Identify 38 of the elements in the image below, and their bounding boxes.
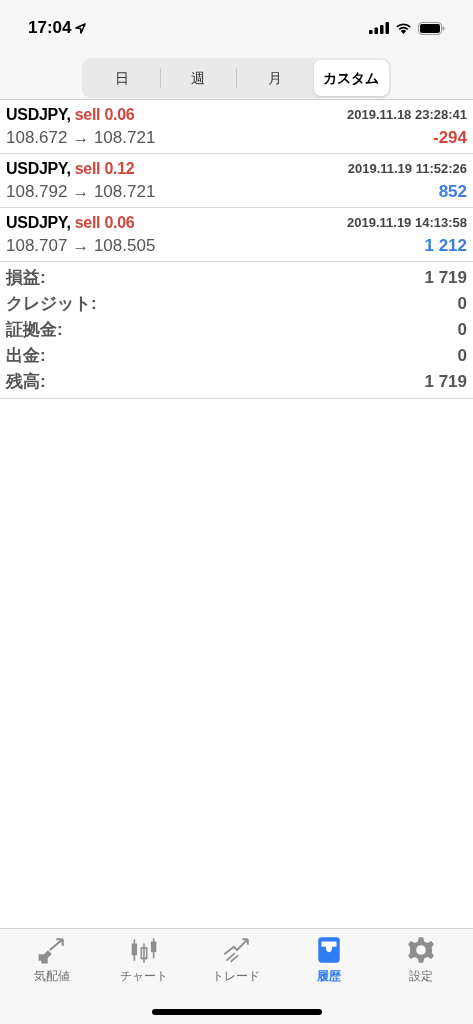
summary-value: 1 719: [424, 371, 467, 394]
location-arrow-icon: [75, 22, 87, 34]
deal-title: USDJPY, sell 0.06: [6, 105, 135, 125]
settings-icon: [405, 935, 436, 965]
deal-time: 2019.11.19 11:52:26: [347, 160, 467, 179]
segment-tab[interactable]: 週: [160, 60, 236, 96]
deal-time: 2019.11.19 14:13:58: [347, 214, 467, 233]
deal-title: USDJPY, sell 0.06: [6, 213, 135, 233]
segment-tab[interactable]: 月: [237, 60, 313, 96]
tab-bar-item[interactable]: 履歴: [288, 935, 369, 985]
deal-profit: -294: [432, 127, 467, 150]
summary-value: 1 719: [424, 267, 467, 290]
summary-label: クレジット:: [6, 293, 97, 316]
wifi-icon: [395, 22, 412, 34]
tab-bar-item[interactable]: 気配値: [12, 935, 93, 985]
trend-arrow-icon: [221, 935, 252, 965]
deal-profit: 1 212: [424, 235, 467, 258]
deal-title: USDJPY, sell 0.12: [6, 159, 135, 179]
summary-value: 0: [457, 319, 467, 342]
deal-time: 2019.11.18 23:28:41: [347, 106, 467, 125]
summary-label: 損益:: [6, 267, 46, 290]
deal-prices: 108.792 → 108.721: [6, 181, 156, 204]
signal-icon: [369, 22, 389, 34]
summary-label: 出金:: [6, 345, 46, 368]
deal-prices: 108.672 → 108.721: [6, 127, 156, 150]
status-time: 17:04: [28, 17, 72, 40]
tab-bar-item[interactable]: トレード: [196, 935, 277, 985]
summary-label: 証拠金:: [6, 319, 63, 342]
battery-icon: [418, 21, 445, 35]
segment-tab[interactable]: カスタム: [313, 60, 389, 96]
summary-label: 残高:: [6, 371, 46, 394]
tab-bar-item[interactable]: チャート: [104, 935, 185, 985]
summary-value: 0: [457, 345, 467, 368]
segment-tab[interactable]: 日: [84, 60, 160, 96]
deal-profit: 852: [438, 181, 467, 204]
deal-prices: 108.707 → 108.505: [6, 235, 156, 258]
summary-value: 0: [457, 293, 467, 316]
tab-bar-item[interactable]: 設定: [380, 935, 461, 985]
